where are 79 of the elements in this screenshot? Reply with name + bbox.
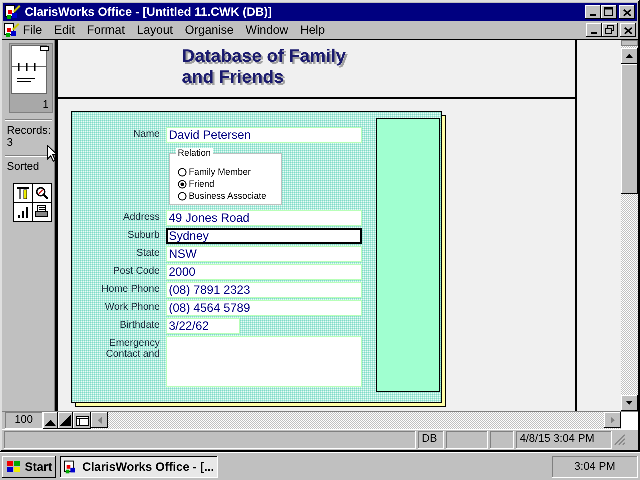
field-label: Address — [122, 211, 160, 223]
radio-option[interactable]: Business Associate — [178, 190, 281, 202]
document-title: Database of Family — [182, 46, 348, 67]
bar-chart-icon[interactable] — [14, 203, 32, 221]
field-label: Post Code — [112, 265, 160, 277]
field-label: Name — [132, 128, 160, 140]
maximize-button[interactable] — [601, 5, 617, 19]
zoom-level[interactable]: 100 — [5, 412, 43, 429]
start-button[interactable]: Start — [2, 456, 56, 478]
input-field[interactable]: David Petersen — [166, 127, 362, 143]
print-icon[interactable] — [33, 203, 51, 221]
left-arrow-icon — [98, 416, 102, 424]
down-arrow-icon — [626, 401, 633, 405]
up-arrow-icon — [626, 54, 633, 58]
sort-status: Sorted — [6, 161, 40, 173]
input-field[interactable]: (08) 4564 5789 — [166, 300, 362, 316]
notepad-icon — [11, 45, 49, 95]
menu-item[interactable]: Edit — [48, 23, 82, 37]
resize-grip-icon[interactable] — [614, 434, 626, 446]
minimize-icon — [591, 32, 597, 34]
taskbar-clock: 3:04 PM — [552, 456, 638, 478]
scroll-up-button[interactable] — [621, 48, 638, 64]
restore-icon — [604, 24, 616, 36]
menu-item[interactable]: Window — [240, 23, 294, 37]
close-button[interactable] — [620, 23, 636, 37]
input-field[interactable] — [166, 336, 362, 387]
scroll-right-button[interactable] — [604, 412, 621, 428]
maximize-icon — [603, 6, 615, 18]
status-mode: DB — [418, 431, 444, 449]
split-handle[interactable] — [621, 40, 638, 46]
page-book[interactable]: 1 — [9, 43, 53, 113]
status-panel — [446, 431, 488, 449]
status-panel — [490, 431, 514, 449]
input-field[interactable]: NSW — [166, 246, 362, 262]
input-field[interactable]: 3/22/62 — [166, 318, 240, 334]
input-field[interactable]: 49 Jones Road — [166, 210, 362, 226]
document-title: and Friends — [182, 67, 286, 88]
menu-item[interactable]: Format — [81, 23, 132, 37]
document-icon[interactable] — [4, 22, 20, 38]
field-label: Birthdate — [118, 319, 160, 331]
records-count: 3 — [6, 137, 14, 149]
search-icon[interactable] — [33, 184, 51, 202]
close-icon — [622, 24, 634, 36]
input-field[interactable]: Sydney — [166, 228, 362, 244]
restore-button[interactable] — [602, 23, 618, 37]
input-field[interactable]: 2000 — [166, 264, 362, 280]
scroll-down-button[interactable] — [621, 395, 638, 411]
minimize-button[interactable] — [585, 5, 601, 19]
close-icon — [621, 6, 633, 18]
input-field[interactable]: (08) 7891 2323 — [166, 282, 362, 298]
zoom-in-icon[interactable] — [58, 412, 73, 429]
field-label: Emergency Contact and — [105, 337, 160, 360]
records-label: Records: — [6, 125, 52, 137]
minimize-button[interactable] — [586, 23, 602, 37]
field-label: Suburb — [126, 229, 160, 241]
menu-item[interactable]: Layout — [131, 23, 180, 37]
app-icon[interactable] — [5, 4, 21, 20]
layout-tool-icon[interactable] — [14, 184, 32, 202]
radio-option[interactable]: Family Member — [178, 166, 281, 178]
taskbar-button[interactable]: ClarisWorks Office - [... — [60, 456, 218, 478]
radio-option[interactable]: Friend — [178, 178, 281, 190]
field-label: Home Phone — [100, 283, 160, 295]
minimize-icon — [590, 14, 596, 16]
menu-item[interactable]: Help — [294, 23, 332, 37]
close-button[interactable] — [619, 5, 635, 19]
status-datetime: 4/8/15 3:04 PM — [516, 431, 612, 449]
menu-item[interactable]: Organise — [179, 23, 240, 37]
menu-item[interactable]: File — [20, 23, 48, 37]
page-number: 1 — [42, 99, 50, 112]
field-label: State — [136, 247, 160, 259]
scroll-left-button[interactable] — [91, 412, 108, 428]
right-arrow-icon — [610, 416, 614, 424]
zoom-out-icon[interactable] — [43, 412, 58, 429]
scroll-thumb[interactable] — [621, 64, 638, 194]
group-label: Relation — [176, 148, 214, 159]
field-label: Work Phone — [104, 301, 160, 313]
window-icon[interactable] — [73, 412, 91, 429]
window-title: ClarisWorks Office - [Untitled 11.CWK (DB)] — [25, 5, 274, 19]
windows-logo-icon — [6, 460, 22, 474]
